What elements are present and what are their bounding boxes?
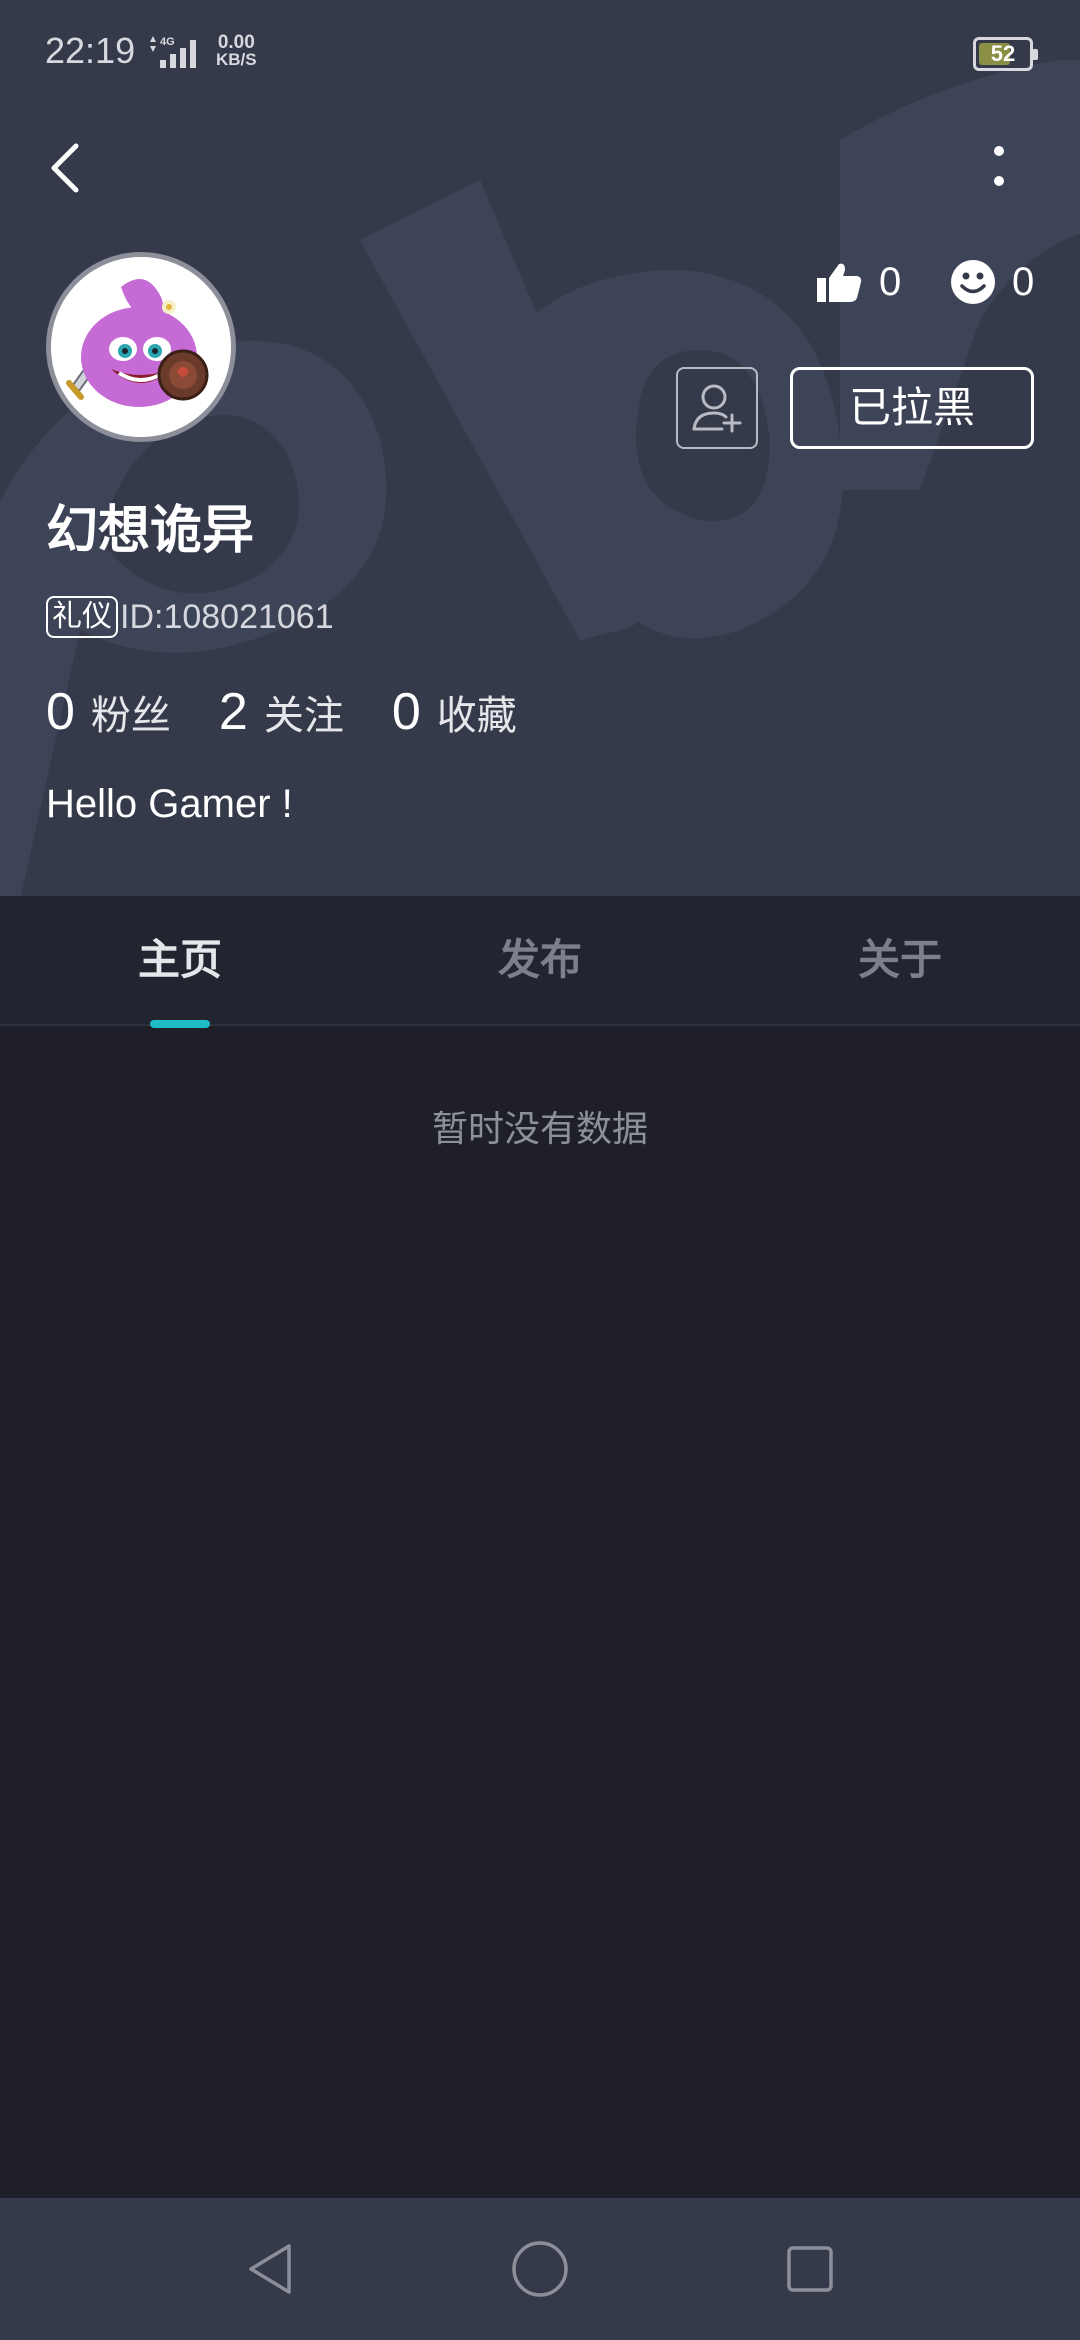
smile-count: 0 — [1012, 259, 1035, 304]
signal-icon: 4G — [150, 36, 196, 68]
add-user-icon — [692, 384, 742, 433]
network-speed: 0.00 KB/S — [216, 32, 257, 69]
smile-stat[interactable]: 0 — [950, 252, 1034, 312]
status-time: 22:19 — [45, 30, 136, 71]
followers-count[interactable]: 0 粉丝 — [46, 682, 171, 742]
tab-posts[interactable]: 发布 — [360, 896, 720, 1024]
followers-label: 粉丝 — [90, 693, 171, 739]
favorites-value: 0 — [391, 683, 421, 741]
followers-value: 0 — [46, 683, 75, 741]
username: 幻想诡异 — [46, 501, 255, 561]
id-row: 礼仪 ID:108021061 — [46, 592, 334, 642]
bio: Hello Gamer ! — [46, 782, 293, 826]
triangle-back-icon — [249, 2244, 291, 2294]
following-label: 关注 — [263, 693, 344, 739]
add-friend-button[interactable] — [676, 367, 758, 449]
status-bar: 22:19 4G 0.00 KB/S 52 — [0, 0, 1080, 110]
avatar[interactable] — [46, 252, 236, 442]
favorites-count[interactable]: 0 收藏 — [392, 682, 517, 742]
nav-back-button[interactable] — [235, 2234, 305, 2304]
tab-about[interactable]: 关于 — [720, 896, 1080, 1024]
battery-icon: 52 — [973, 37, 1038, 71]
active-tab-indicator — [150, 1020, 210, 1028]
profile-header: 22:19 4G 0.00 KB/S 52 0 0 已拉黑 幻想诡异 礼仪 ID… — [0, 0, 1080, 896]
etiquette-badge: 礼仪 — [46, 596, 118, 638]
thumbs-up-icon — [817, 263, 862, 302]
nav-home-button[interactable] — [505, 2234, 575, 2304]
following-count[interactable]: 2 关注 — [219, 682, 344, 742]
watermark-graphic — [0, 60, 1080, 896]
smile-icon — [951, 260, 995, 304]
back-button[interactable] — [40, 130, 100, 210]
like-stat[interactable]: 0 — [815, 252, 901, 312]
following-value: 2 — [218, 683, 248, 741]
avatar-image — [51, 257, 231, 437]
empty-state-text: 暂时没有数据 — [431, 1109, 648, 1150]
nav-recent-button[interactable] — [775, 2234, 845, 2304]
like-count: 0 — [879, 259, 902, 304]
network-type: 4G — [160, 36, 175, 48]
more-vertical-icon — [994, 146, 1004, 186]
system-nav-bar — [0, 2198, 1080, 2340]
blocked-button[interactable]: 已拉黑 — [790, 367, 1034, 449]
user-id: ID:108021061 — [120, 597, 334, 636]
square-recent-icon — [787, 2246, 833, 2292]
more-button[interactable] — [975, 130, 1025, 210]
profile-tabs: 主页 发布 关于 — [0, 896, 1080, 1028]
speed-unit: KB/S — [216, 50, 257, 69]
favorites-label: 收藏 — [436, 693, 517, 739]
tab-home[interactable]: 主页 — [0, 896, 360, 1024]
battery-tip — [1033, 49, 1038, 60]
speed-value: 0.00 — [217, 32, 255, 53]
battery-level: 52 — [990, 41, 1016, 66]
back-arrow-icon — [51, 143, 79, 193]
circle-home-icon — [512, 2241, 568, 2297]
counts-row: 0 粉丝 2 关注 0 收藏 — [46, 682, 565, 752]
profile-screen: 22:19 4G 0.00 KB/S 52 0 0 已拉黑 幻想诡异 礼仪 ID… — [0, 0, 1080, 2340]
